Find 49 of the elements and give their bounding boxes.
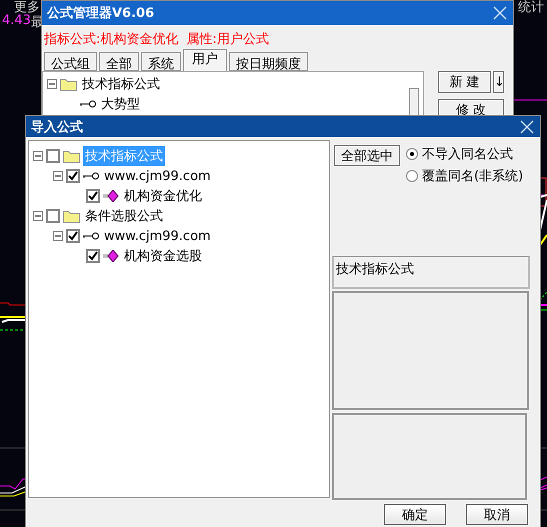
- tab[interactable]: 用户: [183, 49, 227, 71]
- collapse-icon[interactable]: [53, 231, 63, 241]
- tab-label[interactable]: 统计: [518, 0, 544, 16]
- folder-icon: [63, 209, 80, 223]
- new-button[interactable]: 新 建: [438, 71, 491, 93]
- checkbox[interactable]: [46, 149, 60, 163]
- key-icon: [80, 100, 96, 108]
- tree-item[interactable]: www.cjm99.com: [102, 168, 213, 184]
- ok-button[interactable]: 确定: [384, 504, 446, 525]
- checkbox[interactable]: [66, 169, 80, 183]
- tab[interactable]: 全部: [99, 52, 139, 71]
- key-icon: [83, 172, 99, 180]
- radio-button[interactable]: [406, 170, 418, 182]
- window-title: 公式管理器V6.06: [47, 5, 154, 22]
- price-value: 4.43: [2, 13, 31, 28]
- collapse-icon[interactable]: [33, 151, 43, 161]
- checkbox[interactable]: [86, 189, 100, 203]
- description-field: 技术指标公式: [332, 256, 530, 289]
- tab[interactable]: 公式组: [44, 52, 97, 71]
- tree-item[interactable]: 条件选股公式: [83, 206, 165, 226]
- folder-icon: [63, 149, 80, 163]
- cancel-button[interactable]: 取消: [466, 504, 528, 525]
- collapse-icon[interactable]: [53, 171, 63, 181]
- checkbox[interactable]: [46, 209, 60, 223]
- tree-item[interactable]: www.cjm99.com: [102, 228, 213, 244]
- checkbox[interactable]: [66, 229, 80, 243]
- tree-item[interactable]: 机构资金优化: [122, 186, 204, 206]
- diamond-icon: [103, 250, 119, 262]
- tree-item[interactable]: 大势型: [99, 94, 142, 114]
- collapse-icon[interactable]: [47, 79, 57, 89]
- folder-icon: [60, 77, 77, 91]
- checkbox[interactable]: [86, 249, 100, 263]
- tree-item[interactable]: 机构资金选股: [122, 246, 204, 266]
- radio-button[interactable]: [406, 148, 418, 160]
- tab[interactable]: 系统: [141, 52, 181, 71]
- radio-label[interactable]: 不导入同名公式: [422, 145, 513, 163]
- formula-info: 指标公式:机构资金优化: [44, 31, 178, 47]
- close-icon[interactable]: [520, 120, 534, 134]
- select-all-button[interactable]: 全部选中: [334, 145, 400, 166]
- formula-info: 属性:用户公式: [186, 31, 269, 47]
- radio-label[interactable]: 覆盖同名(非系统): [422, 167, 524, 185]
- close-icon[interactable]: [493, 6, 507, 20]
- dialog-title: 导入公式: [31, 118, 83, 136]
- collapse-icon[interactable]: [33, 211, 43, 221]
- diamond-icon: [103, 190, 119, 202]
- dropdown-button[interactable]: ↓: [493, 71, 504, 93]
- tab[interactable]: 按日期频度: [229, 52, 308, 71]
- tree-item[interactable]: 技术指标公式: [80, 74, 162, 94]
- key-icon: [83, 232, 99, 240]
